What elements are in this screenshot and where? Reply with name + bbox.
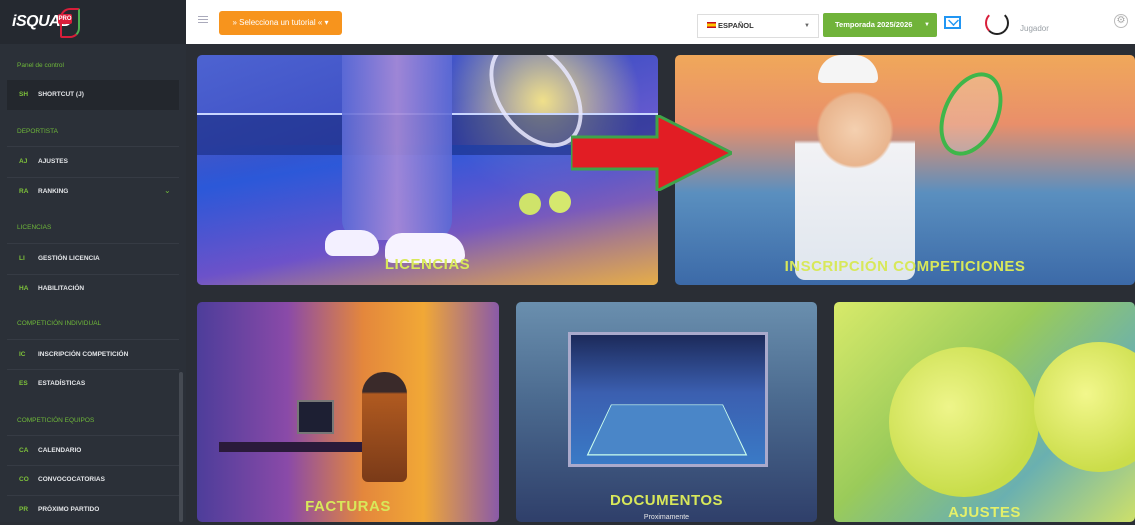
chevron-down-icon[interactable]: ⌄: [164, 187, 171, 195]
user-name[interactable]: Jugador: [1020, 24, 1049, 33]
tennis-ball-image: [519, 193, 541, 215]
sidebar-item-proximo-partido[interactable]: PR PRÓXIMO PARTIDO: [0, 495, 186, 525]
sidebar-item-convocatorias[interactable]: CO CONVOCOCATORIAS: [0, 465, 186, 495]
sidebar-item-ranking[interactable]: RA RANKING ⌄: [0, 177, 186, 207]
tutorial-select-button[interactable]: » Selecciona un tutorial « ▾: [219, 11, 342, 35]
season-select-button[interactable]: Temporada 2025/2026 ▼: [823, 13, 937, 37]
card-title: AJUSTES: [948, 504, 1021, 521]
sidebar-item-label: CONVOCOCATORIAS: [38, 476, 105, 483]
sidebar-section-licencias: LICENCIAS: [17, 224, 52, 231]
red-arrow-annotation: [571, 115, 732, 191]
sidebar-item-shortcut[interactable]: SH SHORTCUT (J): [7, 80, 179, 110]
mail-icon[interactable]: [944, 16, 961, 29]
card-documentos[interactable]: DOCUMENTOS Proximamente: [516, 302, 817, 522]
sidebar-item-label: HABILITACIÓN: [38, 285, 85, 292]
card-facturas[interactable]: FACTURAS: [197, 302, 499, 522]
hamburger-icon[interactable]: [198, 16, 208, 17]
sidebar-section-individual: COMPETICIÓN INDIVIDUAL: [17, 320, 102, 327]
sidebar-section-deportista: DEPORTISTA: [17, 128, 58, 135]
top-bar: » Selecciona un tutorial « ▾ ESPAÑOL ▼ T…: [186, 0, 1135, 44]
card-inscripcion-competiciones[interactable]: INSCRIPCIÓN COMPETICIONES: [675, 55, 1135, 285]
spain-flag-icon: [707, 22, 716, 28]
sidebar-item-abbr: AJ: [19, 158, 28, 165]
card-title: LICENCIAS: [384, 256, 471, 273]
chevron-down-icon: ▼: [924, 22, 930, 28]
sidebar-item-label: INSCRIPCIÓN COMPETICIÓN: [38, 351, 129, 358]
sidebar-item-estadisticas[interactable]: ES ESTADÍSTICAS: [0, 369, 186, 399]
sidebar-item-abbr: SH: [19, 91, 29, 98]
sidebar-item-label: PRÓXIMO PARTIDO: [38, 506, 100, 513]
tennis-ball-image: [1034, 342, 1135, 472]
card-ajustes[interactable]: AJUSTES: [834, 302, 1135, 522]
sidebar-item-abbr: IC: [19, 351, 26, 358]
sidebar-item-habilitacion[interactable]: HA HABILITACIÓN: [0, 274, 186, 304]
sidebar-item-ajustes[interactable]: AJ AJUSTES: [0, 147, 186, 177]
tennis-ball-image: [889, 347, 1039, 497]
sidebar-item-label: SHORTCUT (J): [38, 91, 84, 98]
sidebar-section-equipos: COMPETICIÓN EQUIPOS: [17, 417, 95, 424]
monitor-image: [297, 400, 334, 434]
language-select[interactable]: ESPAÑOL ▼: [697, 14, 819, 38]
sidebar-item-label: ESTADÍSTICAS: [38, 380, 86, 387]
gear-icon[interactable]: ⚙: [1114, 14, 1128, 28]
chevron-down-icon: ▼: [804, 23, 810, 29]
sidebar-item-label: RANKING: [38, 188, 69, 195]
sidebar-item-abbr: LI: [19, 255, 25, 262]
card-title: FACTURAS: [305, 498, 391, 515]
tennis-ball-image: [549, 191, 571, 213]
racket-image: [927, 62, 1015, 166]
shoe-image: [325, 230, 379, 256]
card-subtitle: Proximamente: [643, 514, 690, 521]
player-image: [795, 80, 915, 280]
language-label: ESPAÑOL: [718, 21, 754, 30]
sidebar: iSQUAD PRO Panel de control SH SHORTCUT …: [0, 0, 186, 522]
court-image: [586, 404, 748, 456]
person-image: [362, 372, 407, 482]
season-label: Temporada 2025/2026: [835, 20, 913, 29]
logo[interactable]: iSQUAD PRO: [0, 0, 186, 44]
logo-badge: PRO: [58, 14, 72, 24]
card-title: INSCRIPCIÓN COMPETICIONES: [784, 258, 1026, 275]
sidebar-item-label: GESTIÓN LICENCIA: [38, 255, 100, 262]
card-title: DOCUMENTOS: [609, 492, 724, 509]
sidebar-scrollbar[interactable]: [179, 372, 183, 522]
sidebar-item-calendario[interactable]: CA CALENDARIO: [0, 436, 186, 466]
sidebar-item-abbr: CA: [19, 447, 29, 454]
sidebar-item-label: CALENDARIO: [38, 447, 82, 454]
sidebar-item-abbr: HA: [19, 285, 29, 292]
avatar[interactable]: [985, 11, 1009, 35]
sidebar-item-label: AJUSTES: [38, 158, 68, 165]
sidebar-section-panel[interactable]: Panel de control: [17, 62, 64, 69]
sidebar-item-abbr: RA: [19, 188, 29, 195]
sidebar-item-abbr: CO: [19, 476, 29, 483]
player-legs-image: [342, 55, 452, 240]
sidebar-item-abbr: PR: [19, 506, 29, 513]
cap-image: [818, 55, 878, 83]
sidebar-item-inscripcion-competicion[interactable]: IC INSCRIPCIÓN COMPETICIÓN: [0, 340, 186, 370]
sidebar-item-abbr: ES: [19, 380, 28, 387]
sidebar-item-gestion-licencia[interactable]: LI GESTIÓN LICENCIA: [0, 244, 186, 274]
